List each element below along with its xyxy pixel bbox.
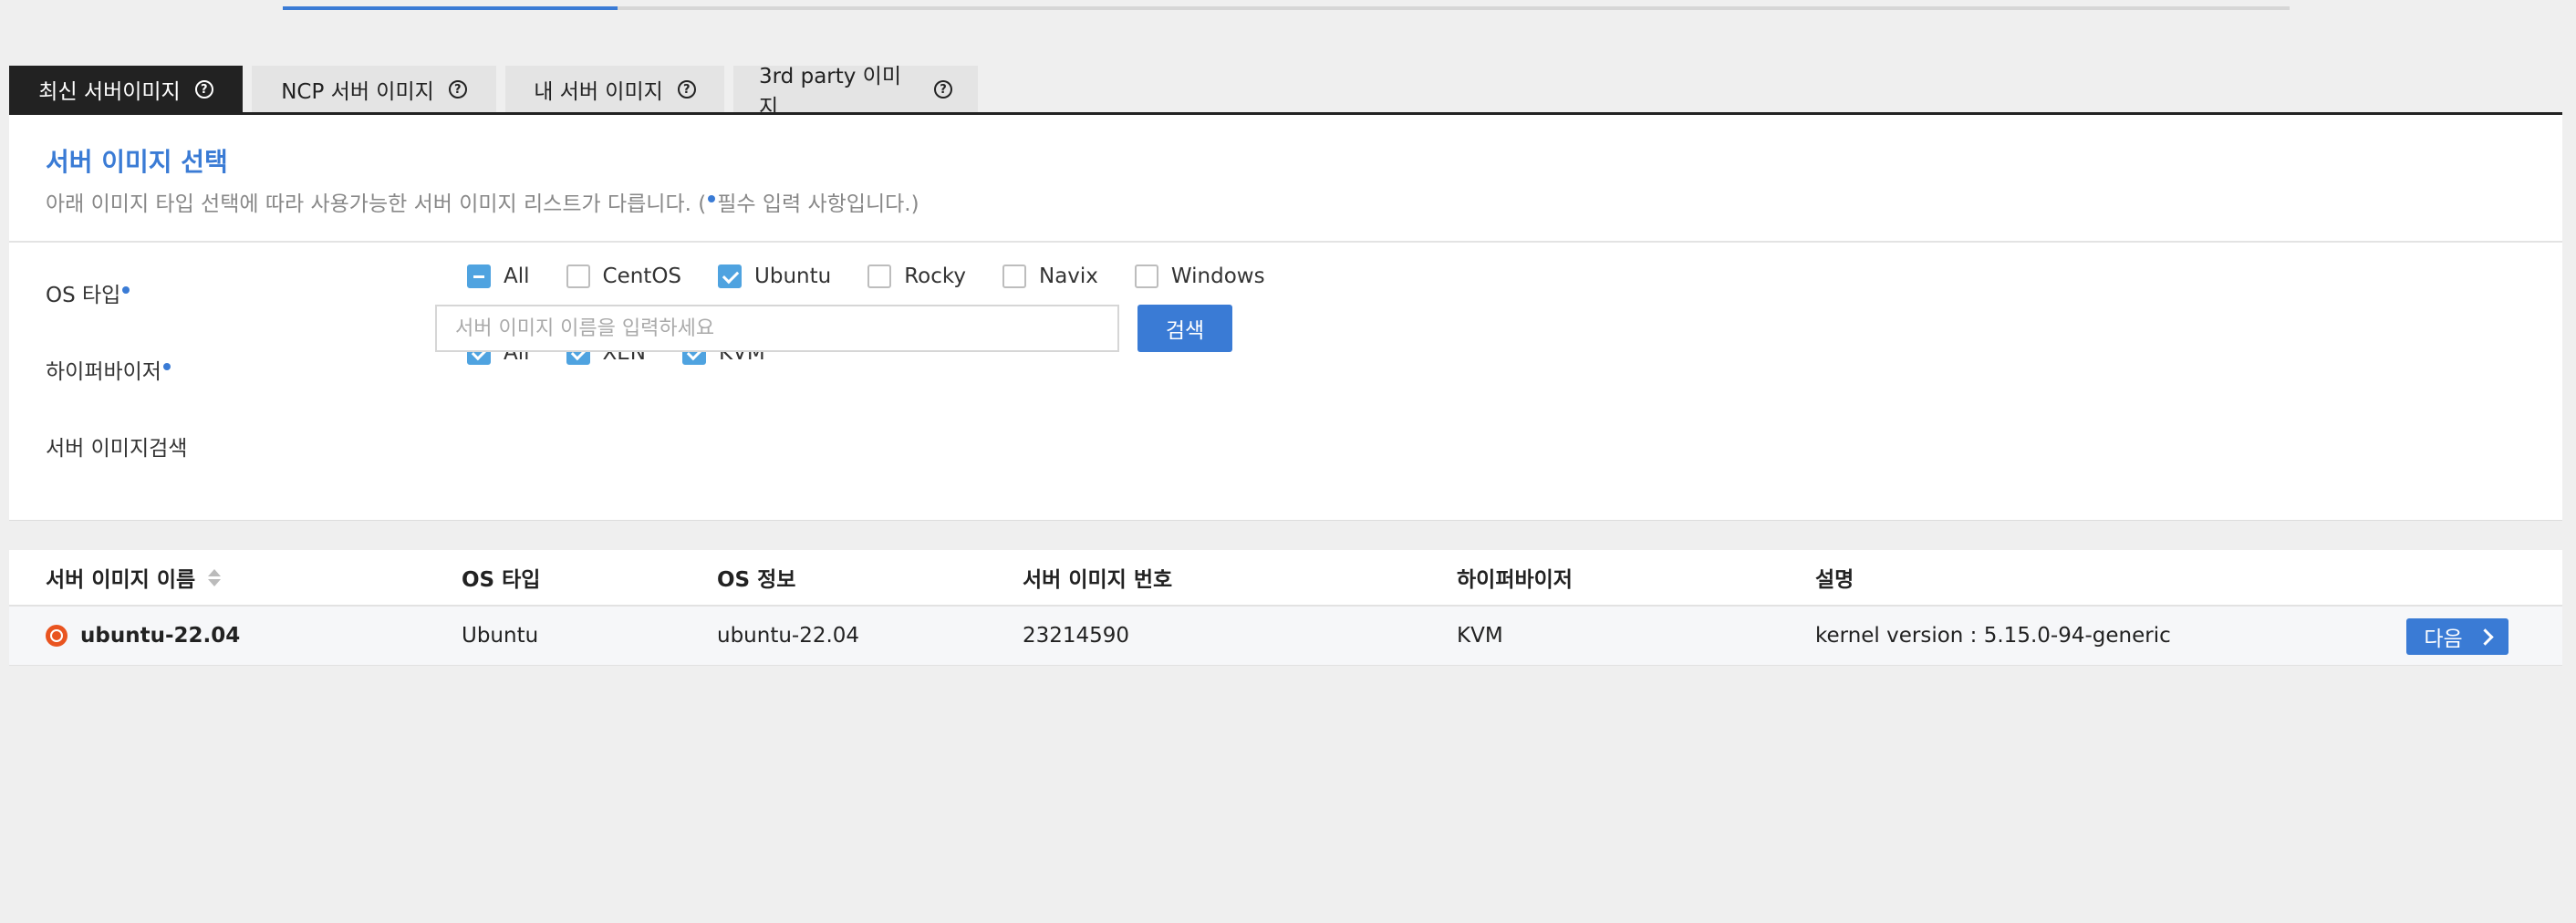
os-option-ubuntu[interactable]: Ubuntu: [718, 264, 831, 288]
os-type-options: All CentOS Ubuntu Rocky Navix Windows: [467, 264, 1302, 288]
help-icon[interactable]: ?: [194, 80, 213, 99]
option-label: Navix: [1039, 264, 1098, 288]
tab-label: NCP 서버 이미지: [281, 80, 434, 104]
required-note: 필수 입력 사항입니다.): [717, 192, 919, 216]
option-label: CentOS: [602, 264, 682, 288]
panel-description: 아래 이미지 타입 선택에 따라 사용가능한 서버 이미지 리스트가 다릅니다.…: [46, 186, 919, 217]
divider: [9, 241, 2562, 243]
column-header-name[interactable]: 서버 이미지 이름: [46, 550, 222, 605]
os-option-centos[interactable]: CentOS: [566, 264, 682, 288]
panel-title: 서버 이미지 선택: [46, 147, 228, 177]
image-name-cell: ubuntu-22.04: [46, 607, 240, 665]
tab-label: 최신 서버이미지: [38, 80, 181, 104]
os-info-cell: ubuntu-22.04: [717, 624, 860, 648]
image-filter-panel: 서버 이미지 선택 아래 이미지 타입 선택에 따라 사용가능한 서버 이미지 …: [9, 115, 2562, 521]
next-button-label: 다음: [2424, 627, 2463, 651]
table-header: 서버 이미지 이름 OS 타입 OS 정보 서버 이미지 번호 하이퍼바이저 설…: [9, 550, 2562, 607]
os-option-navix[interactable]: Navix: [1002, 264, 1098, 288]
hypervisor-label: 하이퍼바이저: [46, 354, 172, 385]
checkbox[interactable]: [566, 264, 590, 288]
image-no-cell: 23214590: [1023, 624, 1130, 648]
hypervisor-cell: KVM: [1457, 624, 1503, 648]
tab-ncp-images[interactable]: NCP 서버 이미지 ?: [252, 66, 496, 113]
help-icon[interactable]: ?: [677, 80, 696, 99]
next-button[interactable]: 다음: [2406, 618, 2508, 655]
required-dot-icon: [162, 363, 171, 371]
checkbox-partial[interactable]: [467, 264, 491, 288]
hypervisor-label-text: 하이퍼바이저: [46, 360, 161, 384]
column-header-description: 설명: [1815, 568, 1854, 592]
column-label: 서버 이미지 이름: [46, 568, 196, 592]
tab-label: 3rd party 이미지: [759, 65, 902, 119]
checkbox[interactable]: [867, 264, 892, 288]
os-type-cell: Ubuntu: [462, 624, 539, 648]
os-type-label: OS 타입: [46, 277, 131, 308]
progress-fill: [283, 6, 618, 10]
description-cell: kernel version : 5.15.0-94-generic: [1815, 624, 2171, 648]
option-label: All: [504, 264, 530, 288]
chevron-right-icon: [2476, 627, 2494, 646]
os-option-all[interactable]: All: [467, 264, 530, 288]
required-dot-icon: [708, 195, 716, 203]
sort-icon[interactable]: [208, 568, 222, 586]
os-option-rocky[interactable]: Rocky: [867, 264, 966, 288]
checkbox-checked[interactable]: [718, 264, 743, 288]
image-search-label: 서버 이미지검색: [46, 437, 188, 461]
tab-my-images[interactable]: 내 서버 이미지 ?: [505, 66, 724, 113]
column-header-os-type: OS 타입: [462, 568, 541, 592]
option-label: Rocky: [904, 264, 966, 288]
table-row[interactable]: ubuntu-22.04 Ubuntu ubuntu-22.04 2321459…: [9, 607, 2562, 666]
os-type-label-text: OS 타입: [46, 284, 121, 307]
image-name: ubuntu-22.04: [80, 624, 241, 648]
tab-latest-images[interactable]: 최신 서버이미지 ?: [9, 66, 243, 113]
image-tabs: 최신 서버이미지 ? NCP 서버 이미지 ? 내 서버 이미지 ? 3rd p…: [9, 65, 987, 119]
column-header-image-no: 서버 이미지 번호: [1023, 568, 1173, 592]
help-icon[interactable]: ?: [934, 80, 952, 99]
os-option-windows[interactable]: Windows: [1134, 264, 1265, 288]
image-table: 서버 이미지 이름 OS 타입 OS 정보 서버 이미지 번호 하이퍼바이저 설…: [9, 550, 2562, 666]
tab-label: 내 서버 이미지: [534, 80, 663, 104]
checkbox[interactable]: [1002, 264, 1026, 288]
option-label: Ubuntu: [754, 264, 832, 288]
ubuntu-icon: [46, 625, 68, 647]
required-dot-icon: [122, 286, 130, 295]
column-header-hypervisor: 하이퍼바이저: [1457, 568, 1573, 592]
description-text: 아래 이미지 타입 선택에 따라 사용가능한 서버 이미지 리스트가 다릅니다.…: [46, 192, 707, 216]
option-label: Windows: [1170, 264, 1265, 288]
search-button[interactable]: 검색: [1137, 305, 1232, 352]
tab-3rd-party-images[interactable]: 3rd party 이미지 ?: [733, 65, 978, 119]
image-search-input[interactable]: [435, 305, 1119, 352]
checkbox[interactable]: [1134, 264, 1158, 288]
progress-track: [283, 6, 2290, 10]
column-header-os-info: OS 정보: [717, 568, 796, 592]
help-icon[interactable]: ?: [448, 80, 467, 99]
